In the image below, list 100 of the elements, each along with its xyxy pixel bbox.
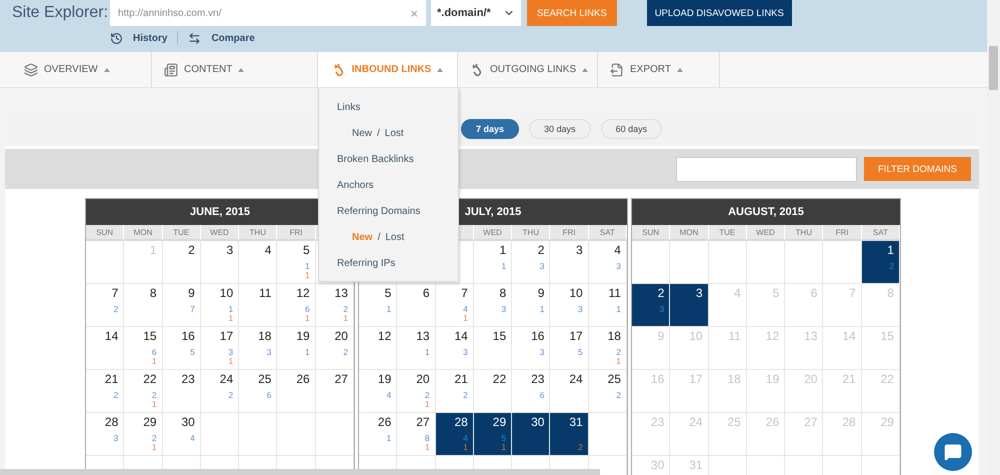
calendar-day[interactable]: 8 bbox=[124, 284, 163, 327]
calendar-day[interactable]: 14 3 bbox=[436, 327, 474, 370]
calendar-day[interactable]: 27 bbox=[316, 370, 354, 413]
new-count: 2 bbox=[616, 348, 621, 357]
menu-item[interactable]: Referring IPs bbox=[337, 256, 458, 271]
calendar-day[interactable]: 5 1 1 bbox=[277, 241, 316, 284]
calendar-day[interactable]: 12 6 1 bbox=[277, 284, 316, 327]
calendar-day[interactable]: 18 3 bbox=[239, 327, 278, 370]
calendar-day[interactable]: 14 bbox=[86, 327, 124, 370]
calendar-day[interactable]: 10 1 1 bbox=[200, 284, 240, 327]
new-count: 3 bbox=[616, 262, 621, 271]
calendar-day[interactable]: 4 3 bbox=[588, 241, 627, 284]
new-count: 1 bbox=[424, 348, 430, 357]
calendar-day[interactable]: 21 2 bbox=[436, 370, 474, 413]
calendar-day[interactable]: 13 2 1 bbox=[316, 284, 354, 327]
calendar-day[interactable]: 9 1 bbox=[512, 284, 550, 327]
calendar-day[interactable]: 29 5 1 bbox=[474, 413, 512, 456]
calendar-day[interactable]: 19 1 bbox=[277, 327, 316, 370]
newspaper-icon bbox=[164, 62, 178, 76]
calendar-day[interactable]: 9 7 bbox=[162, 284, 201, 327]
speech-bubble-icon bbox=[944, 443, 962, 461]
day-number: 7 bbox=[849, 286, 856, 300]
calendar-day[interactable]: 13 1 bbox=[397, 327, 436, 370]
sub-link[interactable]: History bbox=[133, 32, 168, 44]
calendar-day[interactable]: 16 5 bbox=[162, 327, 201, 370]
day-number: 16 bbox=[181, 329, 195, 343]
calendar-day[interactable]: 11 bbox=[239, 284, 278, 327]
calendar-day[interactable]: 7 4 1 bbox=[436, 284, 474, 327]
calendar-day[interactable]: 15 bbox=[474, 327, 512, 370]
calendar-day[interactable]: 5 1 bbox=[359, 284, 398, 327]
upload-disavowed-links-button[interactable]: UPLOAD DISAVOWED LINKS bbox=[646, 0, 792, 26]
calendar-day[interactable]: 3 bbox=[550, 241, 589, 284]
calendar-day[interactable]: 4 bbox=[239, 241, 278, 284]
calendar-day[interactable]: 1 2 bbox=[862, 241, 900, 284]
calendar-day[interactable]: 26 1 bbox=[359, 413, 398, 456]
calendar-day[interactable]: 24 bbox=[550, 370, 589, 413]
calendar-day[interactable]: 30 4 bbox=[162, 413, 201, 456]
day-number: 30 bbox=[650, 458, 664, 472]
range-pill[interactable]: 60 days bbox=[600, 118, 662, 138]
calendar-day[interactable]: 25 6 bbox=[239, 370, 278, 413]
weekday-label: SUN bbox=[86, 225, 124, 241]
calendar-day[interactable]: 18 2 1 bbox=[588, 327, 627, 370]
calendar-day[interactable]: 24 2 bbox=[200, 370, 240, 413]
calendar-day[interactable]: 7 2 bbox=[86, 284, 124, 327]
calendar-day[interactable]: 12 bbox=[359, 327, 398, 370]
new-count: 7 bbox=[190, 305, 195, 314]
submenu-item[interactable]: New bbox=[352, 126, 372, 141]
calendar-day[interactable]: 23 bbox=[162, 370, 201, 413]
nav-tab[interactable]: EXPORT bbox=[598, 52, 720, 87]
range-pill[interactable]: 7 days bbox=[461, 118, 520, 138]
calendar-day[interactable]: 21 2 bbox=[86, 370, 124, 413]
menu-item[interactable]: Anchors bbox=[337, 178, 458, 193]
sub-link[interactable]: Compare bbox=[211, 32, 255, 44]
calendar-day[interactable]: 29 2 1 bbox=[124, 413, 163, 456]
calendar-day[interactable]: 20 2 1 bbox=[397, 370, 436, 413]
nav-tab[interactable]: OVERVIEW bbox=[12, 52, 152, 87]
calendar-day[interactable]: 31 2 bbox=[550, 413, 589, 456]
calendar-day[interactable]: 17 5 bbox=[550, 327, 589, 370]
weekday-label: FRI bbox=[550, 225, 589, 241]
calendar-day[interactable]: 25 2 bbox=[588, 370, 627, 413]
month-title: AUGUST, 2015 bbox=[632, 199, 900, 225]
calendar-day[interactable]: 3 bbox=[200, 241, 240, 284]
day-number: 29 bbox=[143, 415, 157, 429]
calendar-day[interactable]: 28 4 1 bbox=[436, 413, 474, 456]
submenu-item[interactable]: Lost bbox=[385, 230, 404, 245]
calendar-day[interactable]: 2 3 bbox=[632, 284, 670, 327]
calendar-day[interactable]: 20 2 bbox=[316, 327, 354, 370]
calendar-day[interactable]: 23 6 bbox=[512, 370, 550, 413]
calendar-day[interactable]: 19 4 bbox=[359, 370, 398, 413]
calendar-day[interactable]: 17 3 1 bbox=[200, 327, 240, 370]
calendar-day[interactable]: 6 bbox=[397, 284, 436, 327]
calendar-day[interactable]: 22 bbox=[474, 370, 512, 413]
calendar-day[interactable]: 28 3 bbox=[86, 413, 124, 456]
menu-item[interactable]: Links bbox=[337, 100, 458, 115]
calendar-day[interactable]: 3 bbox=[670, 284, 709, 327]
calendar-day[interactable]: 15 6 1 bbox=[124, 327, 163, 370]
calendar-day[interactable]: 26 bbox=[277, 370, 316, 413]
calendar-day[interactable]: 11 1 bbox=[588, 284, 627, 327]
calendar-day[interactable]: 2 bbox=[162, 241, 201, 284]
day-number: 13 bbox=[804, 329, 818, 343]
calendar-day[interactable]: 27 8 1 bbox=[397, 413, 436, 456]
calendar-day[interactable]: 22 2 1 bbox=[124, 370, 163, 413]
chain-link-icon bbox=[332, 62, 346, 76]
calendar-day[interactable]: 30 bbox=[512, 413, 550, 456]
day-number: 17 bbox=[689, 372, 703, 386]
calendar-day[interactable]: 1 1 bbox=[474, 241, 512, 284]
horizontal-scrollbar[interactable] bbox=[0, 469, 600, 475]
day-number: 23 bbox=[650, 415, 664, 429]
scrollbar-thumb[interactable] bbox=[989, 46, 998, 90]
day-number: 20 bbox=[416, 372, 430, 386]
calendar-day[interactable]: 8 3 bbox=[474, 284, 512, 327]
range-pill[interactable]: 30 days bbox=[529, 118, 591, 138]
filter-field[interactable] bbox=[676, 156, 857, 182]
mode-dropdown[interactable]: *.domain/* bbox=[431, 0, 521, 26]
calendar-day[interactable]: 10 3 bbox=[550, 284, 589, 327]
submenu-item[interactable]: Lost bbox=[384, 126, 404, 141]
calendar-day[interactable]: 2 3 bbox=[512, 241, 550, 284]
menu-item[interactable]: Broken Backlinks bbox=[337, 152, 458, 167]
nav-tab[interactable]: OUTGOING LINKS bbox=[458, 52, 598, 87]
calendar-day[interactable]: 16 3 bbox=[512, 327, 550, 370]
